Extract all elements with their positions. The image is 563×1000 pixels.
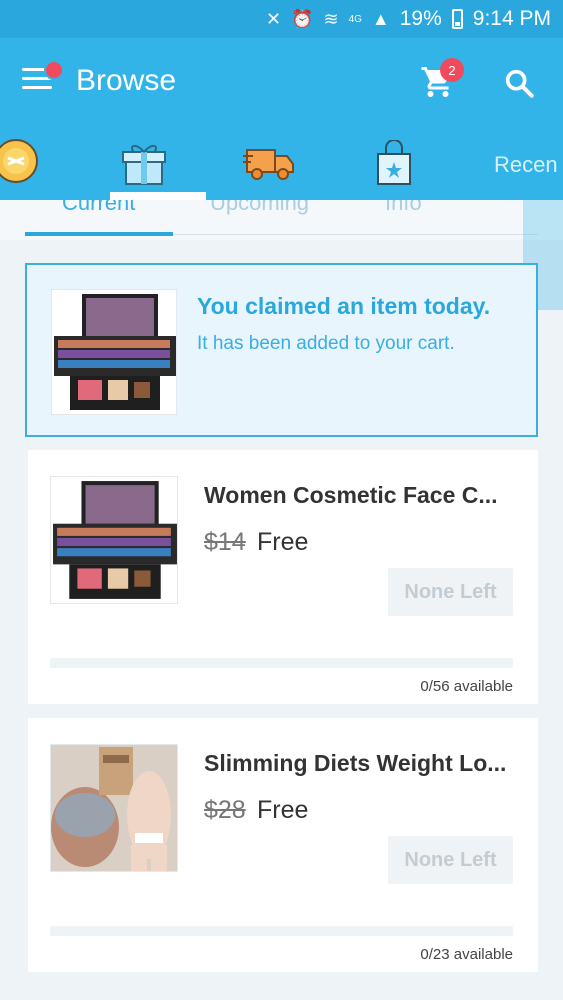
status-bar: ✕ ⏰ ≋ 4G ▲ 19% 9:14 PM bbox=[0, 0, 563, 38]
product-card[interactable]: Women Cosmetic Face C... $14 Free None L… bbox=[28, 450, 538, 704]
signal-icon: ▲ bbox=[371, 8, 390, 29]
product-card[interactable]: Slimming Diets Weight Lo... $28 Free Non… bbox=[28, 718, 538, 972]
none-left-button[interactable]: None Left bbox=[388, 836, 513, 884]
mute-icon: ✕ bbox=[265, 8, 282, 29]
availability-bar bbox=[50, 926, 513, 936]
sale-price: Free bbox=[257, 528, 309, 556]
tab-info[interactable]: Info bbox=[385, 200, 422, 216]
cart-badge: 2 bbox=[440, 58, 464, 82]
claimed-product-image bbox=[51, 289, 177, 415]
tab-active-indicator bbox=[25, 232, 173, 236]
category-active-indicator bbox=[110, 192, 206, 200]
coin-icon[interactable] bbox=[0, 136, 42, 186]
original-price: $14 bbox=[204, 528, 246, 556]
claim-title: You claimed an item today. bbox=[197, 293, 491, 319]
sale-price: Free bbox=[257, 796, 309, 824]
product-name[interactable]: Women Cosmetic Face C... bbox=[204, 482, 498, 509]
product-image bbox=[50, 476, 178, 604]
category-recent[interactable]: Recen bbox=[494, 152, 558, 178]
category-bar: Recen bbox=[0, 128, 563, 200]
battery-icon bbox=[451, 9, 463, 29]
tab-divider bbox=[173, 234, 538, 235]
notification-dot bbox=[44, 60, 64, 80]
product-name[interactable]: Slimming Diets Weight Lo... bbox=[204, 750, 506, 777]
shopping-bag-icon[interactable] bbox=[372, 140, 416, 188]
network-label: 4G bbox=[348, 13, 362, 25]
tab-upcoming[interactable]: Upcoming bbox=[210, 200, 309, 216]
battery-percent: 19% bbox=[399, 7, 442, 30]
availability-text: 0/56 available bbox=[420, 678, 513, 695]
sub-tabs: Current Upcoming Info bbox=[0, 200, 563, 240]
page-title: Browse bbox=[76, 64, 177, 97]
truck-icon[interactable] bbox=[243, 146, 297, 182]
app-bar: Browse 2 bbox=[0, 38, 563, 128]
availability-text: 0/23 available bbox=[420, 946, 513, 963]
tab-current[interactable]: Current bbox=[62, 200, 135, 216]
alarm-icon: ⏰ bbox=[291, 8, 314, 29]
wifi-icon: ≋ bbox=[323, 8, 339, 29]
product-image bbox=[50, 744, 178, 872]
clock: 9:14 PM bbox=[472, 7, 551, 30]
claim-banner: You claimed an item today. It has been a… bbox=[25, 263, 538, 437]
search-icon[interactable] bbox=[502, 66, 536, 100]
gift-icon[interactable] bbox=[120, 138, 168, 188]
none-left-button[interactable]: None Left bbox=[388, 568, 513, 616]
original-price: $28 bbox=[204, 796, 246, 824]
availability-bar bbox=[50, 658, 513, 668]
claim-subtitle: It has been added to your cart. bbox=[197, 333, 455, 354]
